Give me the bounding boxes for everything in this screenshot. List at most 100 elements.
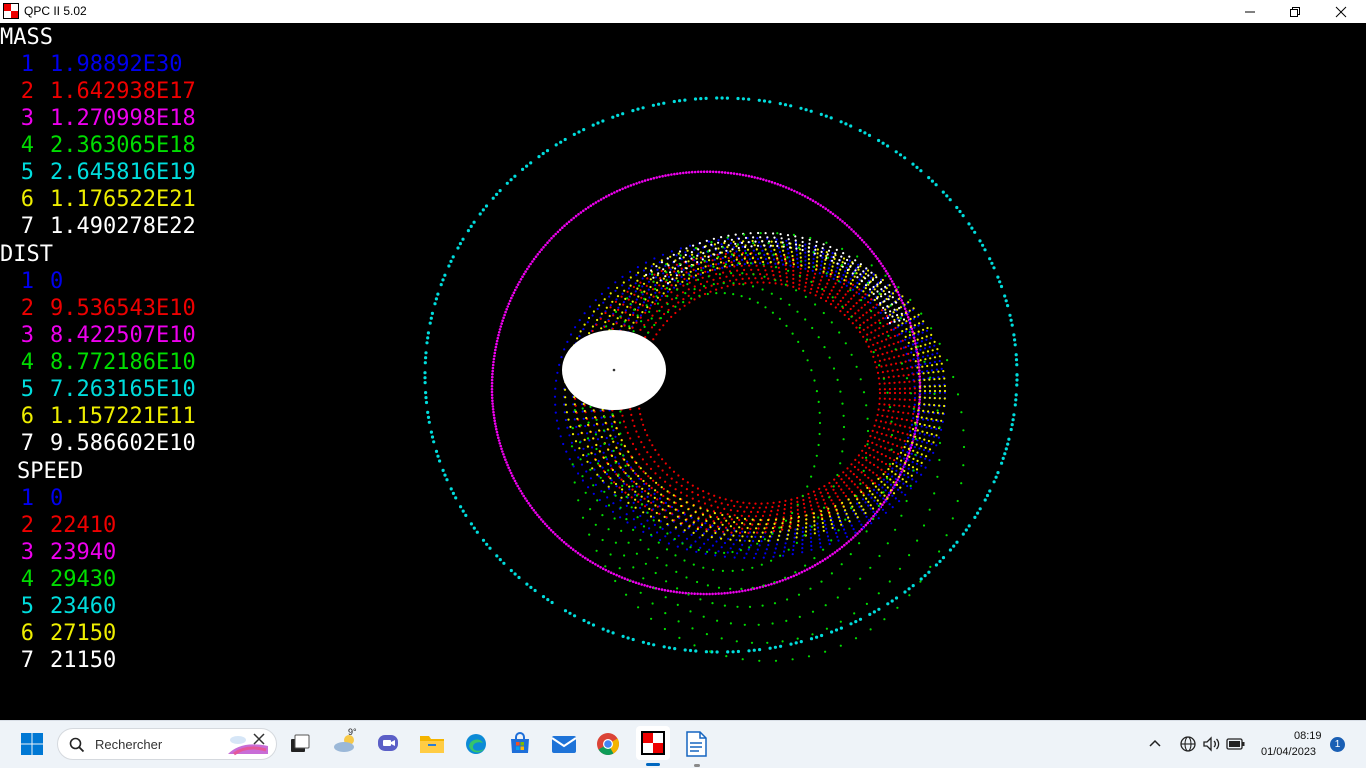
orbit-dot-yellow bbox=[912, 353, 915, 357]
orbit-dot-cyan bbox=[715, 650, 719, 654]
orbit-dot-red bbox=[835, 481, 838, 484]
orbit-dot-red bbox=[870, 350, 873, 353]
orbit-dot-yellow bbox=[642, 282, 646, 285]
search-box[interactable]: Rechercher bbox=[57, 728, 277, 760]
orbit-dot-cyan bbox=[779, 644, 783, 648]
orbit-dot-red bbox=[832, 285, 835, 289]
edge-button[interactable] bbox=[460, 728, 492, 760]
orbit-dot-magenta bbox=[826, 209, 830, 212]
orbit-dot-green bbox=[888, 580, 891, 583]
orbit-dot-white bbox=[814, 248, 817, 251]
orbit-dot-green bbox=[571, 427, 574, 430]
orbit-dot-green bbox=[882, 377, 886, 380]
orbit-dot-magenta bbox=[547, 526, 551, 530]
orbit-dot-yellow bbox=[877, 488, 880, 491]
orbit-dot-green bbox=[796, 310, 799, 313]
notification-badge[interactable]: 1 bbox=[1330, 737, 1345, 752]
orbit-dot-yellow bbox=[694, 274, 698, 277]
orbit-dot-yellow bbox=[935, 418, 938, 422]
file-explorer-button[interactable] bbox=[416, 728, 448, 760]
chrome-button[interactable] bbox=[592, 728, 624, 760]
orbit-dot-blue bbox=[623, 482, 626, 485]
orbit-dot-white bbox=[826, 253, 829, 256]
orbit-dot-blue bbox=[884, 317, 887, 320]
orbit-dot-yellow bbox=[704, 265, 707, 268]
orbit-dot-yellow bbox=[679, 522, 682, 525]
orbit-dot-yellow bbox=[796, 524, 800, 527]
orbit-dot-red bbox=[818, 283, 821, 286]
orbit-dot-red bbox=[855, 326, 858, 329]
orbit-dot-magenta bbox=[726, 591, 729, 595]
orbit-dot-yellow bbox=[916, 429, 919, 432]
orbit-dot-magenta bbox=[809, 197, 812, 201]
orbit-dot-yellow bbox=[879, 502, 882, 505]
orbit-dot-red bbox=[783, 255, 787, 258]
orbit-dot-yellow bbox=[749, 522, 752, 525]
orbit-dot-blue bbox=[891, 475, 894, 478]
orbit-dot-red bbox=[792, 285, 795, 288]
orbit-dot-white bbox=[756, 244, 760, 247]
network-button[interactable] bbox=[1176, 728, 1200, 760]
mass-index: 6 bbox=[20, 187, 34, 212]
orbit-dot-cyan bbox=[439, 283, 443, 287]
orbit-dot-red bbox=[745, 506, 749, 509]
orbit-dot-green bbox=[801, 494, 804, 497]
restore-button[interactable] bbox=[1272, 0, 1318, 23]
mail-button[interactable] bbox=[548, 728, 580, 760]
orbit-dot-red bbox=[710, 504, 713, 507]
orbit-dot-blue bbox=[728, 265, 731, 268]
task-view-button[interactable] bbox=[284, 728, 316, 760]
orbit-dot-cyan bbox=[824, 114, 828, 118]
orbit-dot-yellow bbox=[768, 535, 772, 538]
orbit-dot-yellow bbox=[883, 494, 886, 497]
orbit-dot-yellow bbox=[906, 472, 910, 475]
orbit-dot-green bbox=[811, 633, 814, 636]
orbit-dot-yellow bbox=[825, 254, 828, 258]
orbit-dot-yellow bbox=[643, 290, 646, 293]
orbit-dot-white bbox=[848, 255, 851, 258]
orbit-dot-green bbox=[743, 623, 746, 626]
start-button[interactable] bbox=[16, 728, 48, 760]
window-titlebar[interactable]: QPC II 5.02 bbox=[0, 0, 1366, 23]
teams-button[interactable] bbox=[372, 728, 404, 760]
orbit-dot-red bbox=[736, 500, 739, 503]
weather-widget[interactable] bbox=[330, 728, 362, 760]
orbit-dot-magenta bbox=[492, 357, 496, 361]
writer-button[interactable] bbox=[680, 728, 712, 760]
orbit-dot-red bbox=[675, 481, 678, 484]
store-button[interactable] bbox=[504, 728, 536, 760]
orbit-dot-cyan bbox=[641, 106, 645, 110]
orbit-dot-red bbox=[818, 487, 821, 490]
orbit-dot-yellow bbox=[668, 288, 671, 291]
orbit-dot-green bbox=[809, 587, 812, 590]
orbit-dot-green bbox=[635, 552, 639, 555]
orbit-dot-yellow bbox=[710, 536, 713, 539]
orbit-dot-green bbox=[938, 342, 941, 345]
mass-value: 1.642938E17 bbox=[50, 79, 196, 104]
orbit-dot-magenta bbox=[705, 592, 708, 596]
battery-button[interactable] bbox=[1224, 728, 1248, 760]
orbit-dot-magenta bbox=[883, 267, 886, 270]
orbit-dot-green bbox=[888, 463, 892, 466]
orbit-dot-green bbox=[784, 576, 787, 579]
show-hidden-icons-button[interactable] bbox=[1142, 728, 1168, 760]
orbit-dot-red bbox=[644, 311, 647, 314]
close-button[interactable] bbox=[1318, 0, 1364, 23]
clock-time[interactable]: 08:19 bbox=[1294, 730, 1322, 742]
minimize-button[interactable] bbox=[1227, 0, 1273, 23]
volume-button[interactable] bbox=[1200, 728, 1224, 760]
qpc-app-icon bbox=[3, 3, 19, 19]
orbit-dot-magenta bbox=[615, 573, 618, 577]
orbit-dot-red bbox=[888, 457, 892, 460]
orbit-dot-yellow bbox=[860, 490, 863, 494]
orbit-dot-cyan bbox=[834, 628, 839, 632]
orbit-dot-white bbox=[713, 253, 716, 256]
orbit-dot-red bbox=[844, 293, 847, 296]
orbit-dot-red bbox=[668, 491, 671, 494]
qpc-taskbar-button[interactable] bbox=[636, 726, 670, 760]
orbit-dot-green bbox=[936, 475, 939, 478]
orbit-dot-cyan bbox=[886, 602, 890, 606]
emulator-screen[interactable]: MASS 1 1.98892E30 2 1.642938E17 3 1.270998E… bbox=[0, 23, 1366, 720]
orbit-dot-yellow bbox=[666, 490, 669, 493]
clock-date[interactable]: 01/04/2023 bbox=[1261, 746, 1316, 758]
